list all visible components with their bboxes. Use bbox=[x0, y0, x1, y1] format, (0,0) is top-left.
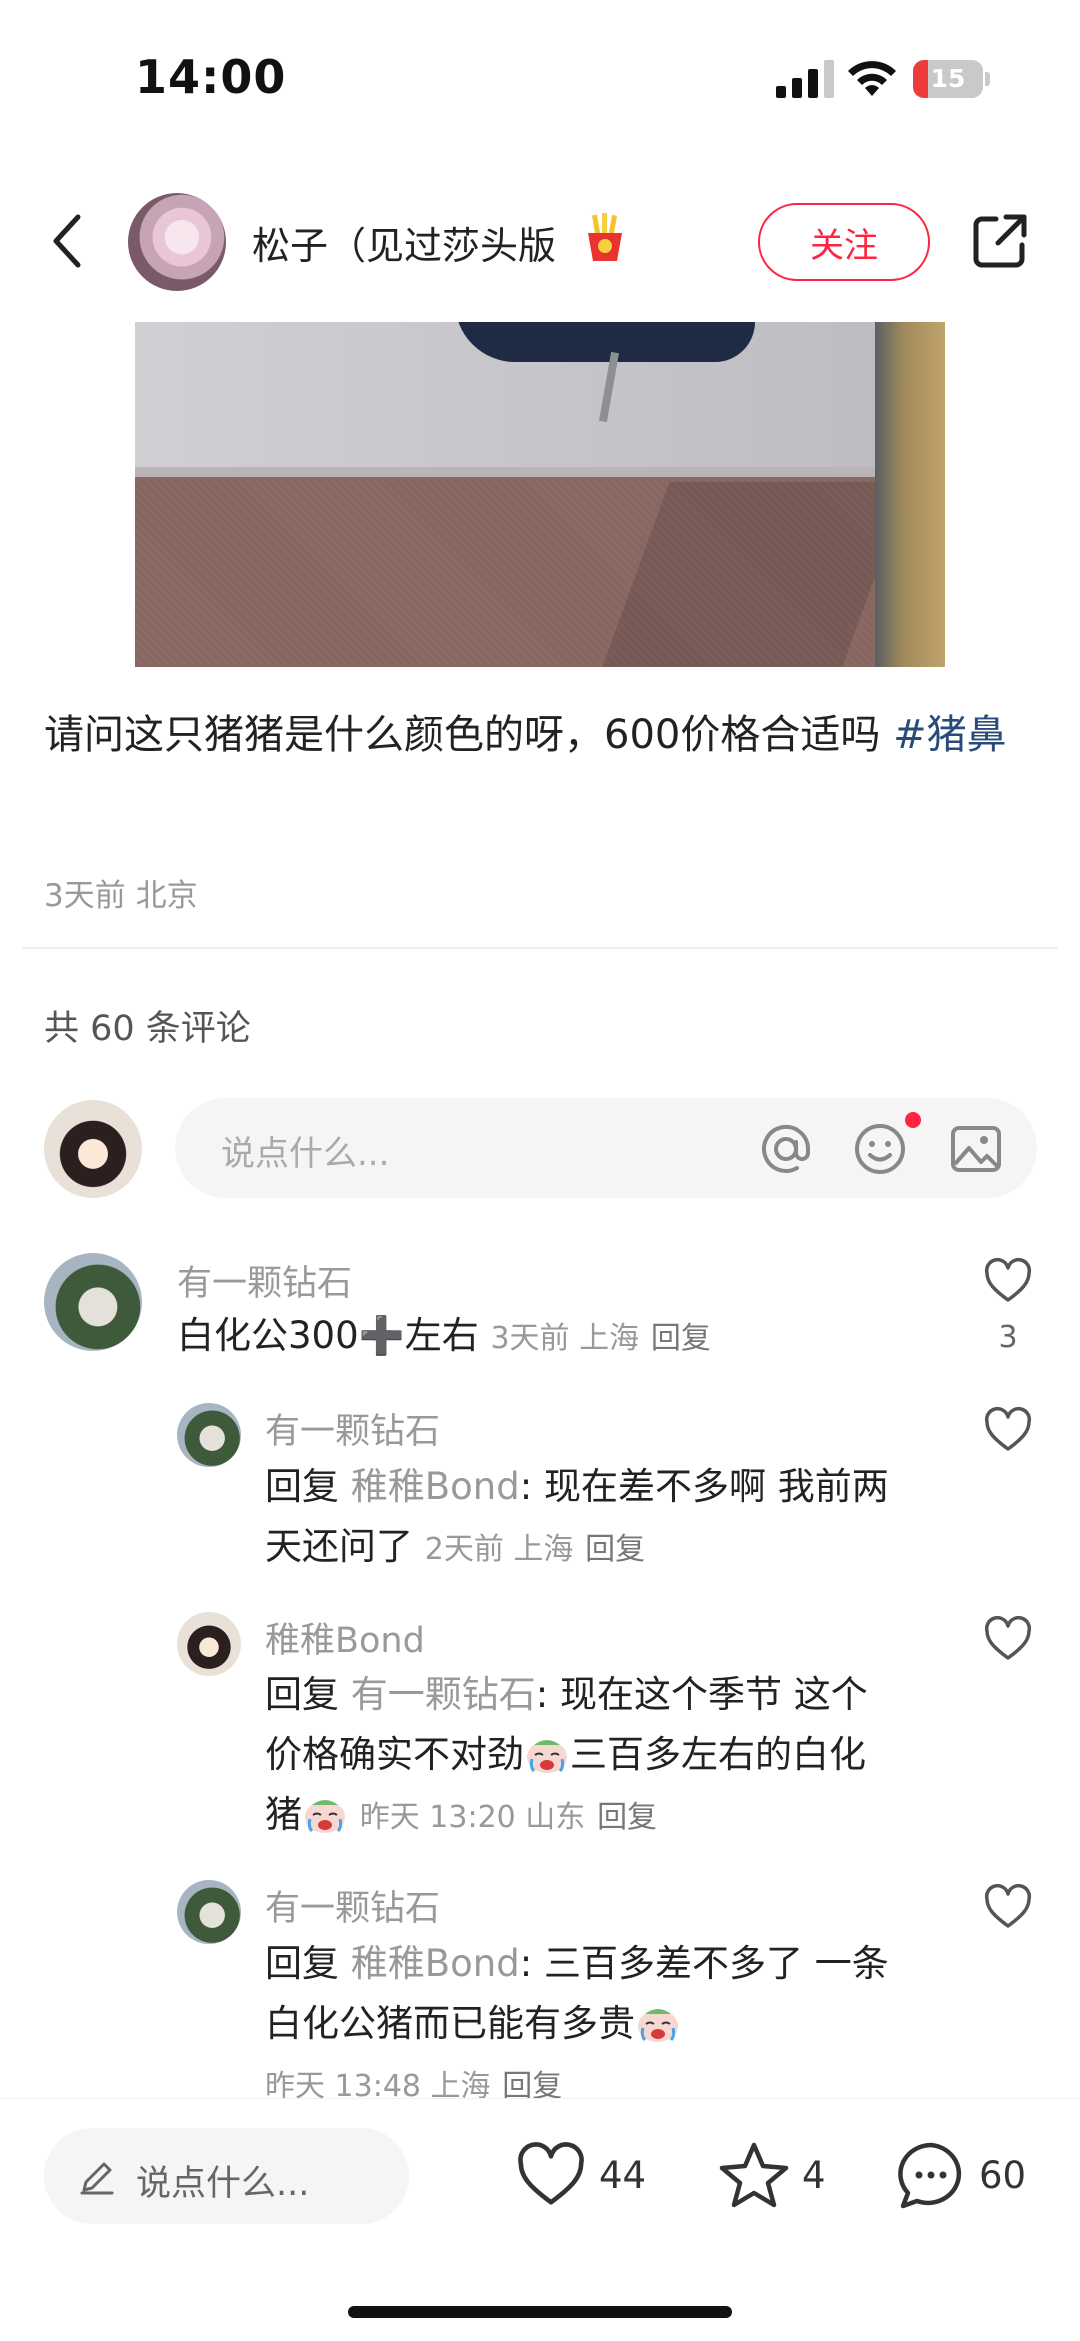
author-avatar[interactable] bbox=[128, 193, 226, 291]
reply-author[interactable]: 稚稚Bond bbox=[265, 1612, 425, 1663]
comment-bubble-icon bbox=[898, 2142, 962, 2209]
comment-input-placeholder: 说点什么... bbox=[221, 1134, 390, 1174]
reply-time-location: 2天前 上海 bbox=[424, 1532, 574, 1567]
back-icon[interactable] bbox=[44, 211, 94, 271]
comment-count: 共 60 条评论 bbox=[44, 1009, 251, 1049]
post-hashtag[interactable]: #猪鼻 bbox=[893, 712, 1007, 758]
reply-link[interactable]: 回复 bbox=[597, 1800, 657, 1835]
crying-emoji-icon bbox=[305, 1800, 345, 1833]
reply-to-name[interactable]: 有一颗钻石 bbox=[351, 1673, 536, 1716]
reply-prefix: 回复 bbox=[265, 1673, 339, 1716]
battery-percent: 15 bbox=[930, 64, 966, 93]
like-button[interactable]: 44 bbox=[515, 2140, 646, 2210]
reply-content: : 三百多差不多了 一条 bbox=[519, 1942, 889, 1985]
reply-prefix: 回复 bbox=[265, 1942, 339, 1985]
reply-to-name[interactable]: 稚稚Bond bbox=[351, 1465, 520, 1508]
post-meta: 3天前 北京 bbox=[44, 878, 198, 914]
reply-to-name[interactable]: 稚稚Bond bbox=[351, 1942, 520, 1985]
reply-link[interactable]: 回复 bbox=[585, 1532, 645, 1567]
signal-icon bbox=[776, 60, 834, 98]
divider bbox=[22, 947, 1058, 949]
reply-prefix: 回复 bbox=[265, 1465, 339, 1508]
reply-content-cont: 白化公猪而已能有多贵 bbox=[265, 2002, 635, 2045]
bottom-comment-input[interactable]: 说点什么... bbox=[44, 2128, 409, 2224]
comment-avatar[interactable] bbox=[44, 1253, 142, 1351]
reply-time-location: 昨天 13:48 上海 bbox=[265, 2069, 491, 2098]
reply-author[interactable]: 有一颗钻石 bbox=[265, 1880, 440, 1931]
like-total: 44 bbox=[599, 2153, 647, 2197]
image-wood bbox=[875, 322, 945, 667]
battery-icon: 15 bbox=[913, 60, 983, 98]
fries-emoji-icon bbox=[588, 213, 622, 261]
reply-content-cont: 猪 bbox=[265, 1793, 302, 1836]
reply-content: : 现在差不多啊 我前两 bbox=[519, 1465, 889, 1508]
emoji-icon[interactable] bbox=[853, 1122, 907, 1176]
comment-total: 60 bbox=[979, 2153, 1027, 2197]
status-bar: 14:00 15 bbox=[0, 0, 1080, 140]
comment-content: 白化公300➕左右 bbox=[177, 1314, 479, 1357]
heart-icon[interactable] bbox=[983, 1258, 1033, 1304]
image-object bbox=[455, 322, 755, 362]
comment-time-location: 3天前 上海 bbox=[490, 1321, 640, 1356]
bottom-input-placeholder: 说点什么... bbox=[136, 2164, 310, 2204]
wifi-icon bbox=[848, 61, 896, 96]
reply-avatar[interactable] bbox=[177, 1612, 241, 1676]
like-count: 3 bbox=[998, 1320, 1018, 1355]
reply-text: 回复 稚稚Bond: 现在差不多啊 我前两 天还问了 2天前 上海 回复 bbox=[265, 1457, 945, 1580]
my-avatar bbox=[44, 1100, 142, 1198]
reply-avatar[interactable] bbox=[177, 1403, 241, 1467]
reply-content-cont: 天还问了 bbox=[265, 1525, 413, 1568]
crying-emoji-icon bbox=[638, 2009, 678, 2042]
reply-author[interactable]: 有一颗钻石 bbox=[265, 1403, 440, 1454]
follow-button[interactable]: 关注 bbox=[758, 203, 930, 281]
reply-time-location: 昨天 13:20 山东 bbox=[359, 1800, 586, 1835]
reply-text: 回复 稚稚Bond: 三百多差不多了 一条 白化公猪而已能有多贵 昨天 13:4… bbox=[265, 1934, 945, 2098]
post-image[interactable] bbox=[135, 322, 945, 667]
comment-author[interactable]: 有一颗钻石 bbox=[177, 1255, 352, 1306]
collect-total: 4 bbox=[802, 2153, 826, 2197]
home-indicator bbox=[348, 2306, 732, 2318]
battery-tip bbox=[985, 72, 990, 86]
heart-icon[interactable] bbox=[983, 1407, 1033, 1453]
comment-input[interactable]: 说点什么... bbox=[175, 1098, 1037, 1198]
collect-button[interactable]: 4 bbox=[718, 2140, 826, 2210]
post-body: 请问这只猪猪是什么颜色的呀，600价格合适吗 bbox=[44, 712, 894, 758]
star-icon bbox=[719, 2142, 789, 2208]
reply-text: 回复 有一颗钻石: 现在这个季节 这个 价格确实不对劲 三百多左右的白化 猪 昨天… bbox=[265, 1665, 945, 1848]
post-text: 请问这只猪猪是什么颜色的呀，600价格合适吗 #猪鼻 bbox=[44, 700, 1034, 770]
reply-avatar[interactable] bbox=[177, 1880, 241, 1944]
pen-icon bbox=[80, 2162, 114, 2195]
heart-icon[interactable] bbox=[983, 1616, 1033, 1662]
reply-content-cont: 价格确实不对劲 bbox=[265, 1733, 524, 1776]
reply-content: : 现在这个季节 这个 bbox=[535, 1673, 868, 1716]
comment-button[interactable]: 60 bbox=[895, 2140, 1026, 2210]
emoji-notification-dot bbox=[905, 1112, 921, 1128]
image-icon[interactable] bbox=[949, 1122, 1003, 1176]
heart-icon[interactable] bbox=[983, 1884, 1033, 1930]
author-name[interactable]: 松子（见过莎头版 bbox=[252, 215, 556, 270]
reply-link[interactable]: 回复 bbox=[651, 1321, 711, 1356]
heart-icon bbox=[518, 2142, 584, 2205]
crying-emoji-icon bbox=[527, 1740, 567, 1773]
status-time: 14:00 bbox=[135, 50, 287, 104]
share-icon[interactable] bbox=[970, 211, 1030, 271]
reply-link[interactable]: 回复 bbox=[502, 2069, 562, 2098]
reply-content-cont: 三百多左右的白化 bbox=[570, 1733, 866, 1776]
post-header: 松子（见过莎头版 关注 bbox=[0, 185, 1080, 295]
at-icon[interactable] bbox=[759, 1122, 813, 1176]
comment-text: 白化公300➕左右 3天前 上海 回复 bbox=[177, 1306, 957, 1369]
